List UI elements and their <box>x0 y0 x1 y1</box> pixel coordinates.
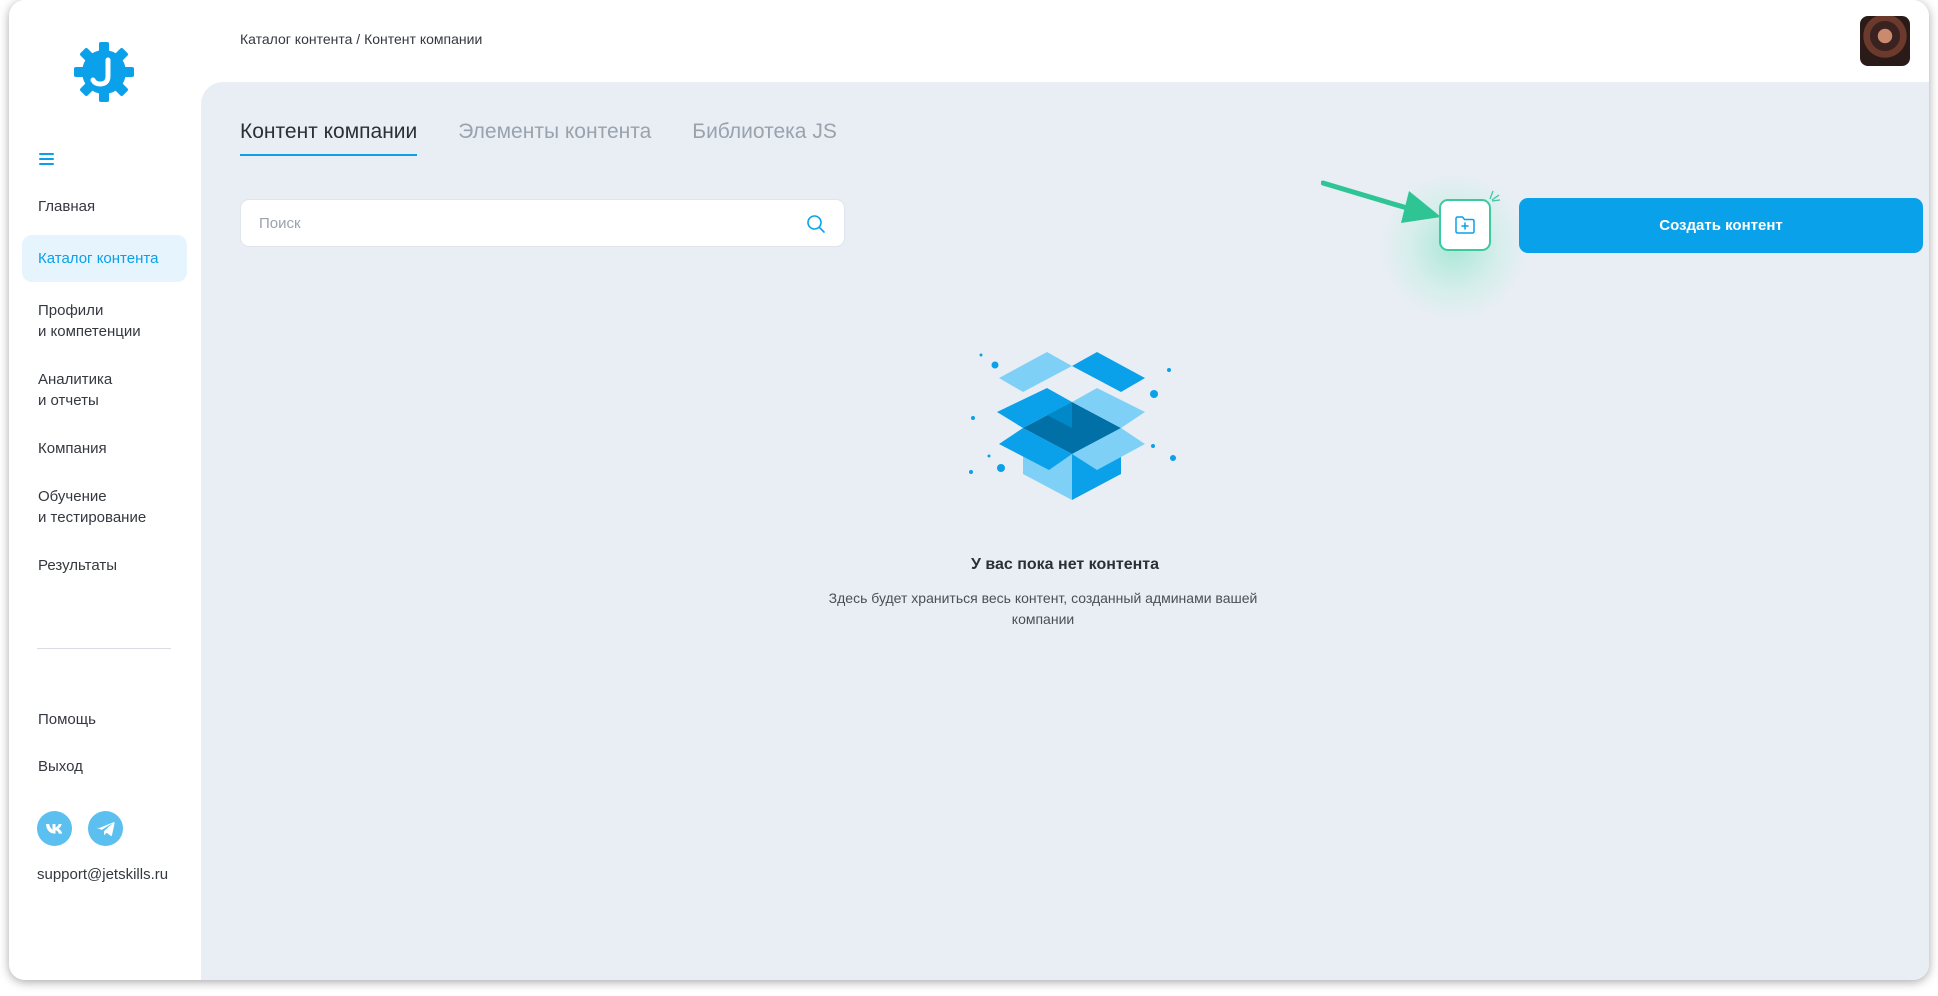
telegram-icon[interactable] <box>88 811 123 846</box>
arrow-pointer-icon <box>1321 180 1441 223</box>
sidebar-item-help[interactable]: Помощь <box>22 700 187 739</box>
breadcrumb-catalog-link[interactable]: Каталог контента <box>240 31 352 47</box>
app-window: Главная Каталог контента Профили и компе… <box>9 0 1929 980</box>
sidebar-item-analytics[interactable]: Аналитика и отчеты <box>22 360 187 420</box>
sidebar-nav: Главная Каталог контента Профили и компе… <box>22 187 187 594</box>
breadcrumb-current: Контент компании <box>364 31 483 47</box>
tab-company-content[interactable]: Контент компании <box>240 120 418 156</box>
folder-plus-icon <box>1455 216 1475 234</box>
social-links <box>37 811 123 846</box>
sparkle-icon <box>1489 190 1501 202</box>
jetskills-logo[interactable] <box>72 40 136 104</box>
sidebar-item-training[interactable]: Обучение и тестирование <box>22 477 187 537</box>
menu-toggle-icon[interactable] <box>39 150 63 170</box>
sidebar-bottom-nav: Помощь Выход <box>22 700 187 794</box>
empty-box-illustration <box>969 352 1176 500</box>
main-content: Контент компании Элементы контента Библи… <box>201 82 1929 980</box>
sidebar: Главная Каталог контента Профили и компе… <box>9 0 201 980</box>
support-email-link[interactable]: support@jetskills.ru <box>37 866 168 883</box>
sidebar-item-results[interactable]: Результаты <box>22 546 187 585</box>
breadcrumb-separator: / <box>352 31 365 47</box>
search-icon[interactable] <box>806 214 826 234</box>
create-folder-button[interactable] <box>1439 199 1491 251</box>
empty-state-title: У вас пока нет контента <box>970 556 1160 573</box>
breadcrumb: Каталог контента / Контент компании <box>240 31 482 47</box>
sidebar-item-logout[interactable]: Выход <box>22 747 187 786</box>
user-avatar[interactable] <box>1860 16 1910 66</box>
tab-content-elements[interactable]: Элементы контента <box>458 120 651 156</box>
sidebar-divider <box>37 648 171 649</box>
sidebar-item-company[interactable]: Компания <box>22 429 187 468</box>
sidebar-item-profiles[interactable]: Профили и компетенции <box>22 291 187 351</box>
sidebar-item-content-catalog[interactable]: Каталог контента <box>22 235 187 282</box>
create-content-button[interactable]: Создать контент <box>1519 198 1923 253</box>
empty-state-description: Здесь будет храниться весь контент, созд… <box>828 590 1258 627</box>
search-box <box>240 199 845 247</box>
search-input[interactable] <box>259 200 799 246</box>
sidebar-item-home[interactable]: Главная <box>22 187 187 226</box>
content-tabs: Контент компании Элементы контента Библи… <box>240 120 837 156</box>
vk-icon[interactable] <box>37 811 72 846</box>
tab-js-library[interactable]: Библиотека JS <box>692 120 837 156</box>
